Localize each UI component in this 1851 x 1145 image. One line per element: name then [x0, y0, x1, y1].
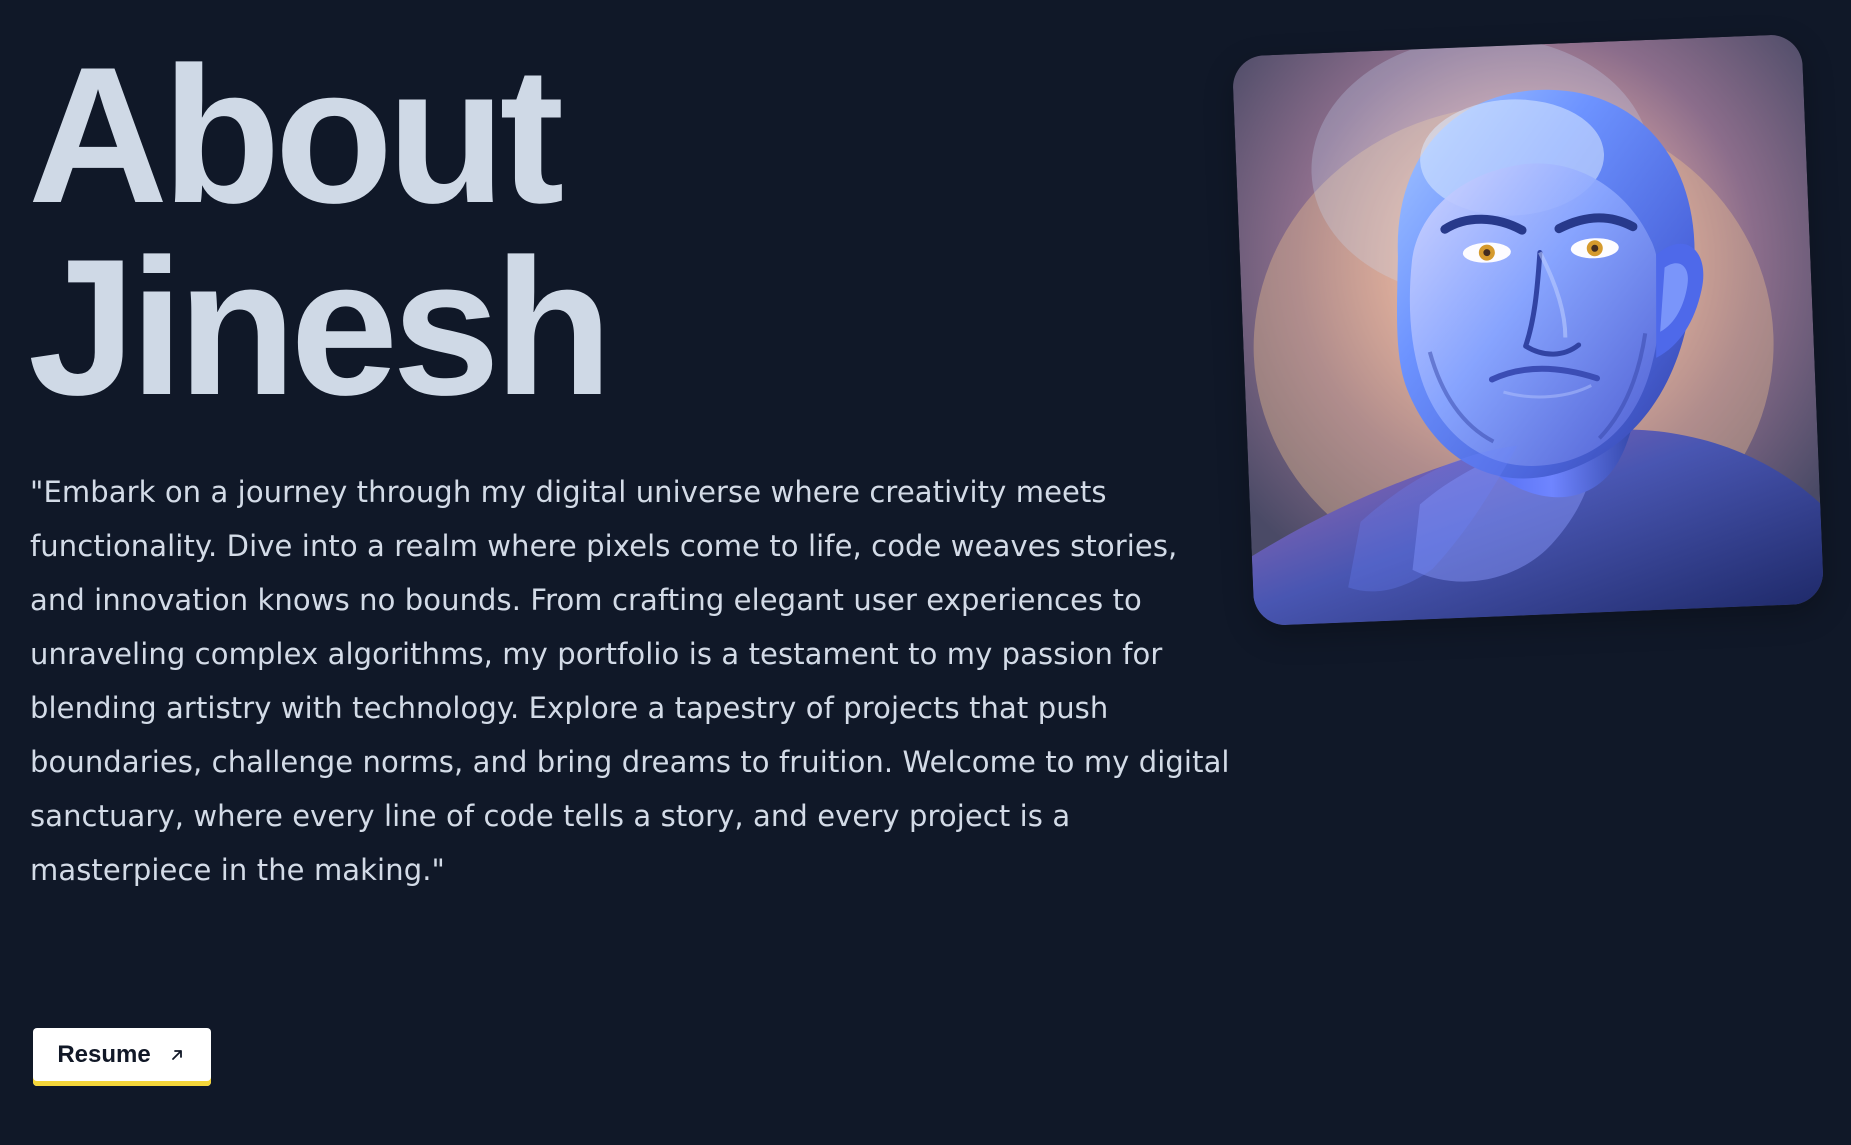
- about-page: About Jinesh "Embark on a journey throug…: [0, 0, 1851, 1145]
- page-title-line-1: About: [28, 27, 564, 244]
- arrow-up-right-icon: [167, 1045, 187, 1065]
- profile-portrait: [1231, 33, 1825, 627]
- bio-paragraph: "Embark on a journey through my digital …: [30, 475, 1230, 887]
- page-title-line-2: Jinesh: [28, 219, 613, 436]
- resume-button-label: Resume: [57, 1041, 151, 1068]
- resume-button[interactable]: Resume: [33, 1028, 211, 1086]
- page-title: About Jinesh: [28, 27, 613, 436]
